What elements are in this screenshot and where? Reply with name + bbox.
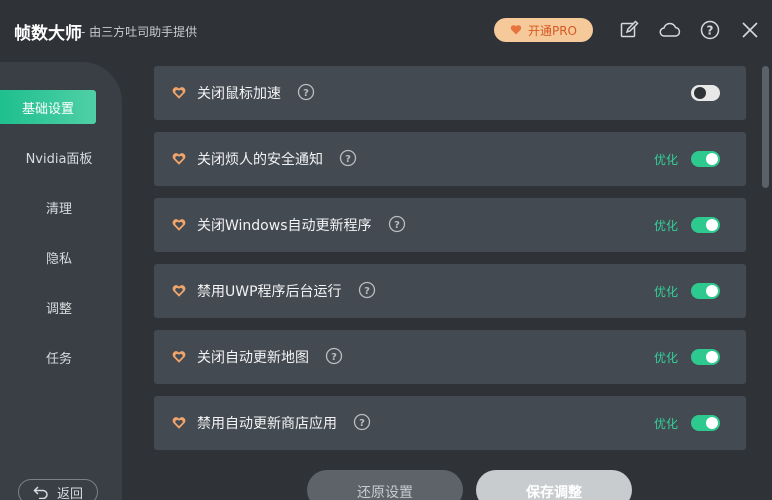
sidebar-item-nvidia-panel[interactable]: Nvidia面板 (0, 140, 118, 174)
sidebar-item-cleanup[interactable]: 清理 (0, 190, 118, 224)
optimize-status: 优化 (654, 351, 679, 365)
toggle-knob (694, 87, 706, 99)
question-icon[interactable]: ? (353, 413, 371, 431)
sidebar-item-tweaks[interactable]: 调整 (0, 290, 118, 324)
back-arrow-icon (33, 486, 48, 499)
setting-label: 关闭鼠标加速? (197, 83, 315, 103)
restore-settings-button[interactable]: 还原设置 (307, 470, 463, 500)
toggle-switch[interactable] (691, 85, 720, 101)
setting-label: 禁用自动更新商店应用? (197, 413, 371, 433)
optimize-status: 优化 (654, 219, 679, 233)
toggle-knob (706, 285, 718, 297)
question-icon[interactable]: ? (358, 281, 376, 299)
close-icon[interactable] (737, 17, 763, 43)
svg-text:?: ? (359, 418, 365, 429)
settings-panel: 关闭鼠标加速? 关闭烦人的安全通知? 优化 关闭Windows自动更新程序? 优… (122, 62, 772, 500)
sidebar-item-privacy[interactable]: 隐私 (0, 240, 118, 274)
svg-text:?: ? (303, 88, 309, 99)
help-icon[interactable]: ? (697, 17, 723, 43)
title-bar: 帧数大师 - 由三方吐司助手提供 开通PRO ? (0, 0, 772, 62)
svg-text:?: ? (707, 24, 714, 38)
question-icon[interactable]: ? (388, 215, 406, 233)
optimize-status: 优化 (654, 285, 679, 299)
toggle-switch[interactable] (691, 415, 720, 431)
sidebar-item-basic-settings[interactable]: 基础设置 (0, 90, 96, 124)
toggle-switch[interactable] (691, 151, 720, 167)
optimize-status: 优化 (654, 153, 679, 167)
toggle-knob (706, 219, 718, 231)
cloud-icon[interactable] (657, 17, 683, 43)
question-icon[interactable]: ? (325, 347, 343, 365)
open-pro-label: 开通PRO (527, 23, 578, 38)
heart-icon (172, 87, 186, 99)
question-icon[interactable]: ? (297, 83, 315, 101)
setting-row-mouse-acceleration: 关闭鼠标加速? (154, 66, 746, 120)
heart-icon (510, 25, 522, 35)
setting-label: 关闭Windows自动更新程序? (197, 215, 406, 235)
scrollbar-thumb[interactable] (762, 66, 769, 188)
setting-label: 禁用UWP程序后台运行? (197, 281, 376, 301)
app-subtitle: - 由三方吐司助手提供 (81, 25, 198, 39)
heart-icon (172, 153, 186, 165)
heart-icon (172, 417, 186, 429)
setting-row-windows-update: 关闭Windows自动更新程序? 优化 (154, 198, 746, 252)
setting-label: 关闭烦人的安全通知? (197, 149, 357, 169)
toggle-switch[interactable] (691, 283, 720, 299)
edit-icon[interactable] (616, 17, 642, 43)
setting-label: 关闭自动更新地图? (197, 347, 343, 367)
svg-text:?: ? (331, 352, 337, 363)
sidebar-item-tasks[interactable]: 任务 (0, 340, 118, 374)
setting-row-store-update: 禁用自动更新商店应用? 优化 (154, 396, 746, 450)
svg-text:?: ? (394, 220, 400, 231)
toggle-switch[interactable] (691, 349, 720, 365)
svg-text:?: ? (345, 154, 351, 165)
toggle-knob (706, 153, 718, 165)
sidebar: 基础设置 Nvidia面板 清理 隐私 调整 任务 (0, 62, 122, 500)
setting-row-security-notifications: 关闭烦人的安全通知? 优化 (154, 132, 746, 186)
app-title: 帧数大师 (14, 24, 82, 44)
back-button[interactable]: 返回 (18, 479, 98, 500)
question-icon[interactable]: ? (339, 149, 357, 167)
toggle-knob (706, 417, 718, 429)
optimize-status: 优化 (654, 417, 679, 431)
heart-icon (172, 219, 186, 231)
heart-icon (172, 285, 186, 297)
back-label: 返回 (56, 486, 83, 500)
setting-row-map-update: 关闭自动更新地图? 优化 (154, 330, 746, 384)
save-changes-button[interactable]: 保存调整 (476, 470, 632, 500)
svg-text:?: ? (364, 286, 370, 297)
heart-icon (172, 351, 186, 363)
open-pro-button[interactable]: 开通PRO (494, 18, 593, 42)
toggle-knob (706, 351, 718, 363)
toggle-switch[interactable] (691, 217, 720, 233)
setting-row-uwp-background: 禁用UWP程序后台运行? 优化 (154, 264, 746, 318)
